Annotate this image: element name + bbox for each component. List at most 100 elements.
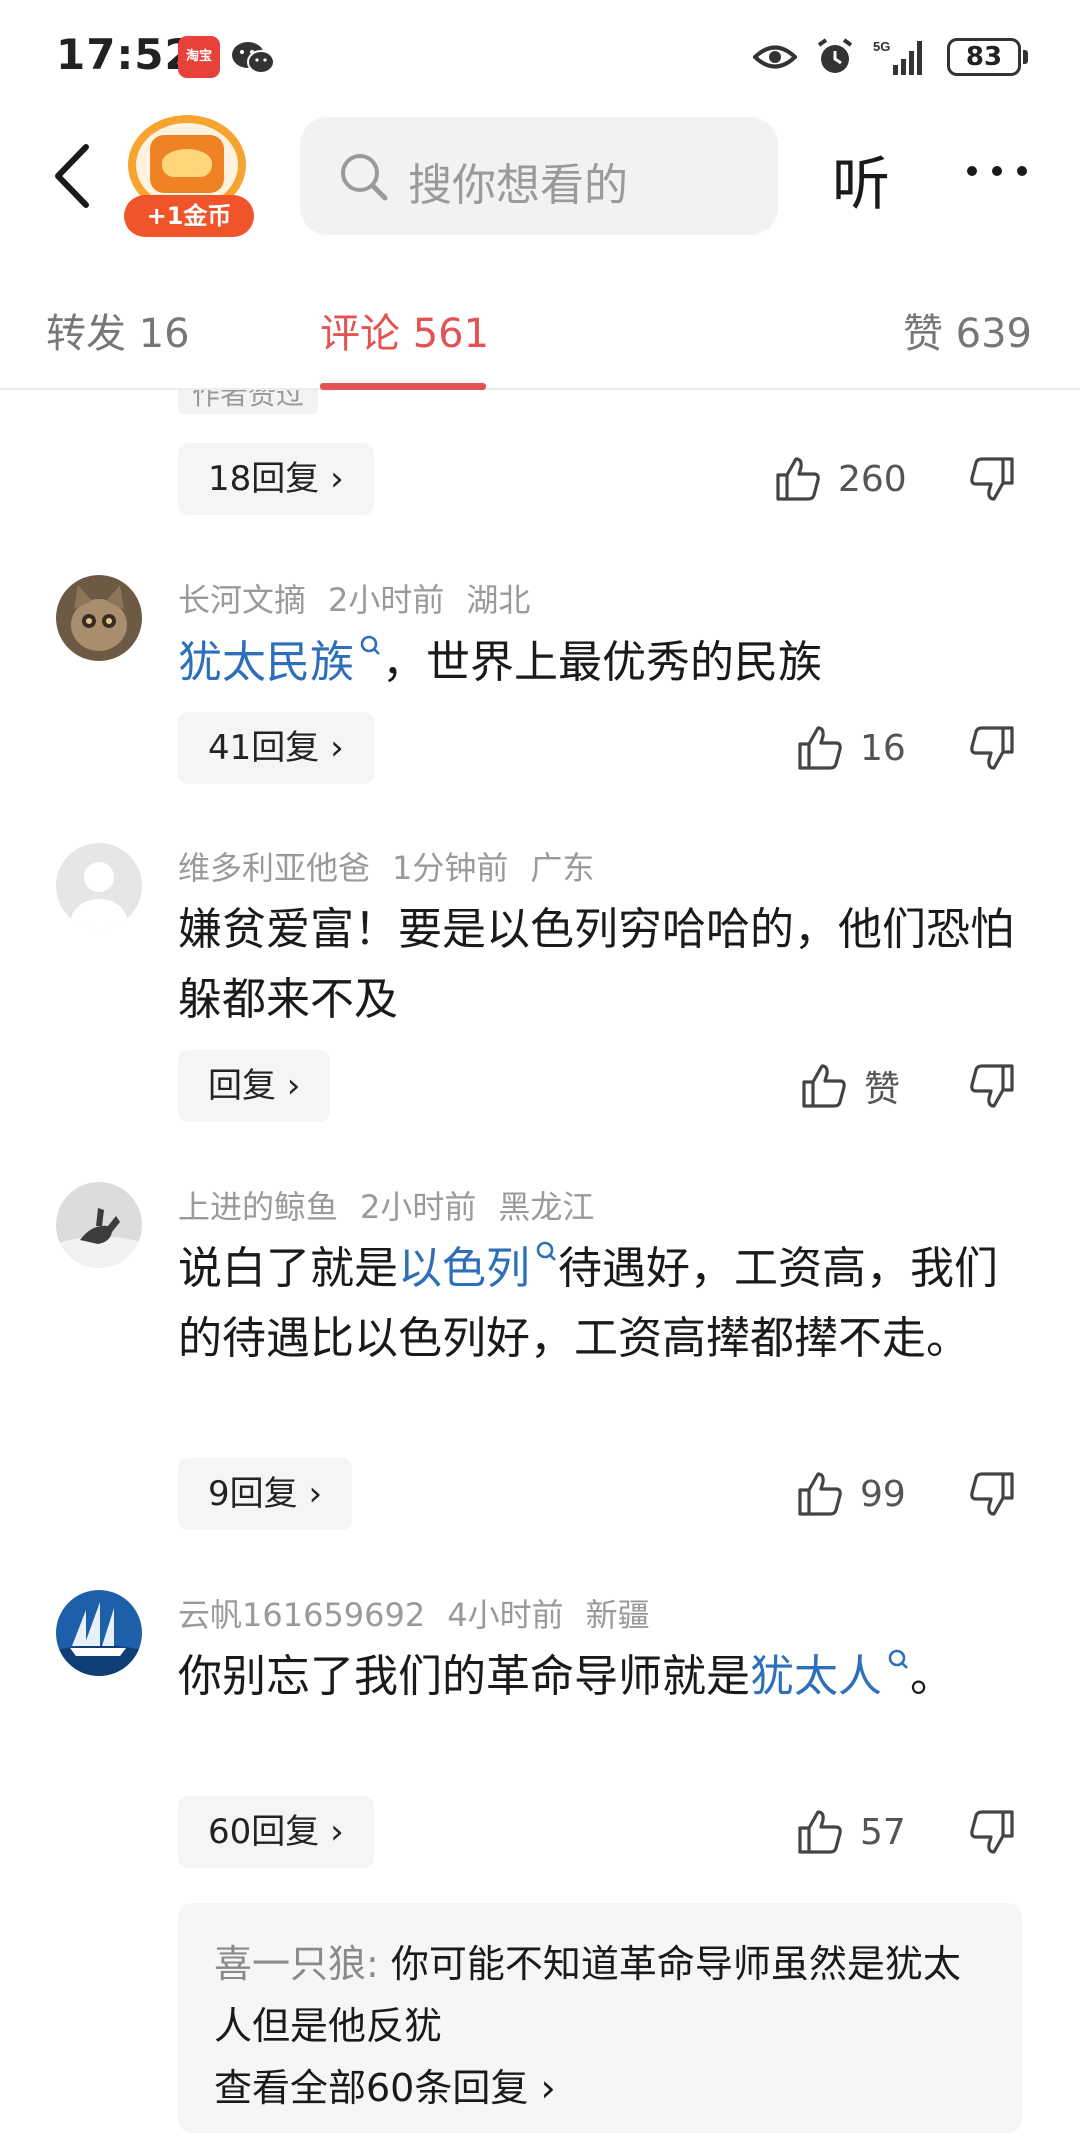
search-placeholder: 搜你想看的 <box>408 160 628 211</box>
replies-button[interactable]: 60回复 › <box>178 1796 374 1868</box>
comment-location: 广东 <box>530 849 595 887</box>
tab-likes[interactable]: 赞 639 <box>903 301 1032 359</box>
tab-comments[interactable]: 评论 561 <box>320 301 489 359</box>
comment-text-after: 。 <box>910 1651 954 1702</box>
search-icon <box>341 154 388 201</box>
signal-5g-icon: 5G <box>873 39 922 75</box>
chevron-right-icon: › <box>297 1474 323 1514</box>
battery-level: 83 <box>947 38 1021 76</box>
comment-body: 说白了就是以色列 待遇好，工资高，我们的待遇比以色列好，工资高撵都撵不走。 <box>178 1234 1028 1374</box>
comment-body: 你别忘了我们的革命导师就是犹太人。 <box>178 1642 978 1712</box>
comment-text: 嫌贫爱富！要是以色列穷哈哈的，他们恐怕躲都来不及 <box>178 904 1014 1025</box>
comment-meta: 云帆161659692 4小时前 新疆 <box>178 1590 672 1636</box>
author-liked-badge: 作者赞过 <box>178 390 319 414</box>
status-bar: 17:52 淘宝 5G 83 <box>0 0 1080 115</box>
comment-text: ，世界上最优秀的民族 <box>382 637 822 688</box>
like-button[interactable]: 16 <box>796 718 906 778</box>
topic-link[interactable]: 以色列 <box>398 1243 530 1294</box>
eye-icon <box>753 45 797 69</box>
replies-button[interactable]: 41回复 › <box>178 712 374 784</box>
comment-username[interactable]: 维多利亚他爸 <box>178 849 370 887</box>
thumbs-down-icon[interactable] <box>968 455 1016 503</box>
chevron-right-icon: › <box>528 2066 556 2110</box>
avatar[interactable] <box>56 1182 142 1268</box>
chevron-right-icon: › <box>319 728 344 768</box>
like-count: 57 <box>860 1811 906 1853</box>
comment-text-before: 说白了就是 <box>178 1243 398 1294</box>
comment-location: 湖北 <box>466 581 531 619</box>
tab-forward[interactable]: 转发 16 <box>46 301 190 359</box>
thumbs-up-icon <box>798 1810 842 1854</box>
like-button[interactable]: 99 <box>796 1464 906 1524</box>
like-button[interactable]: 赞 <box>800 1056 900 1116</box>
topic-link[interactable]: 犹太民族 <box>178 637 354 688</box>
rider-avatar-icon <box>56 1182 142 1268</box>
comment-body: 犹太民族 ，世界上最优秀的民族 <box>178 628 1028 698</box>
sub-reply-author[interactable]: 喜一只狼: <box>214 1942 391 1986</box>
battery-tip <box>1023 50 1028 64</box>
taobao-app-icon: 淘宝 <box>178 36 220 78</box>
top-nav-bar: +1金币 搜你想看的 听 <box>0 115 1080 237</box>
alarm-icon <box>817 38 853 73</box>
thumbs-down-icon[interactable] <box>968 1808 1016 1856</box>
thumbs-up-icon <box>776 457 820 501</box>
comment-time: 2小时前 <box>328 581 445 619</box>
replies-button[interactable]: 9回复 › <box>178 1458 353 1530</box>
view-all-replies-link[interactable]: 查看全部60条回复 › <box>214 2057 556 2112</box>
comment-location: 黑龙江 <box>498 1188 595 1226</box>
cat-avatar-icon <box>56 575 142 661</box>
comment-meta: 维多利亚他爸 1分钟前 广东 <box>178 843 616 889</box>
thumbs-down-icon[interactable] <box>968 1062 1016 1110</box>
comment-meta: 长河文摘 2小时前 湖北 <box>178 575 552 621</box>
back-arrow-icon[interactable] <box>48 141 98 211</box>
comment-meta: 上进的鲸鱼 2小时前 黑龙江 <box>178 1182 616 1228</box>
chevron-right-icon: › <box>276 1066 301 1106</box>
comment-username[interactable]: 云帆161659692 <box>178 1596 425 1634</box>
thumbs-down-icon[interactable] <box>968 724 1016 772</box>
thumbs-up-icon <box>798 1472 842 1516</box>
comment-location: 新疆 <box>585 1596 650 1634</box>
comment-username[interactable]: 长河文摘 <box>178 581 306 619</box>
sub-reply: 喜一只狼: 你可能不知道革命导师虽然是犹太人但是他反犹 <box>214 1933 994 2057</box>
battery-indicator: 83 <box>947 38 1028 76</box>
mini-search-icon[interactable] <box>534 1240 558 1268</box>
comment-time: 2小时前 <box>360 1188 477 1226</box>
listen-button[interactable]: 听 <box>832 137 890 221</box>
topic-link[interactable]: 犹太人 <box>750 1651 882 1702</box>
more-options-icon[interactable] <box>964 151 1030 191</box>
active-tab-indicator <box>320 383 486 390</box>
like-count: 260 <box>838 458 907 500</box>
like-count: 16 <box>860 727 906 769</box>
thumbs-up-icon <box>798 726 842 770</box>
chevron-right-icon: › <box>319 459 344 499</box>
chevron-right-icon: › <box>319 1812 344 1852</box>
comment-list[interactable]: 作者赞过 18回复 › 260 长河文摘 2小时前 湖北 犹太民族 ，世界上最优秀的民… <box>0 390 1080 2150</box>
comment-time: 4小时前 <box>447 1596 564 1634</box>
svg-text:5G: 5G <box>873 39 890 54</box>
gold-pile-icon <box>162 149 212 177</box>
post-tabs: 转发 16 评论 561 赞 639 <box>0 265 1080 390</box>
thumbs-up-icon <box>802 1064 846 1108</box>
mini-search-icon[interactable] <box>886 1648 910 1676</box>
comment-text-before: 你别忘了我们的革命导师就是 <box>178 1651 750 1702</box>
thumbs-down-icon[interactable] <box>968 1470 1016 1518</box>
comment-username[interactable]: 上进的鲸鱼 <box>178 1188 338 1226</box>
coin-reward-widget[interactable]: +1金币 <box>124 115 256 237</box>
like-button[interactable]: 57 <box>796 1802 906 1862</box>
replies-button[interactable]: 18回复 › <box>178 443 374 515</box>
avatar[interactable] <box>56 575 142 661</box>
comment-time: 1分钟前 <box>392 849 509 887</box>
search-input[interactable]: 搜你想看的 <box>300 117 778 235</box>
coin-reward-label: +1金币 <box>124 195 254 237</box>
wechat-icon <box>232 42 275 74</box>
avatar[interactable] <box>56 843 142 929</box>
status-icons: 5G 83 <box>753 34 1028 80</box>
like-label: 赞 <box>864 1069 901 1110</box>
avatar[interactable] <box>56 1590 142 1676</box>
like-button[interactable]: 260 <box>774 449 907 509</box>
sailing-ship-avatar-icon <box>56 1590 142 1676</box>
sub-reply-preview[interactable]: 喜一只狼: 你可能不知道革命导师虽然是犹太人但是他反犹 查看全部60条回复 › <box>178 1903 1022 2133</box>
mini-search-icon[interactable] <box>358 634 382 662</box>
default-avatar-icon <box>56 843 142 929</box>
replies-button[interactable]: 回复 › <box>178 1050 331 1122</box>
